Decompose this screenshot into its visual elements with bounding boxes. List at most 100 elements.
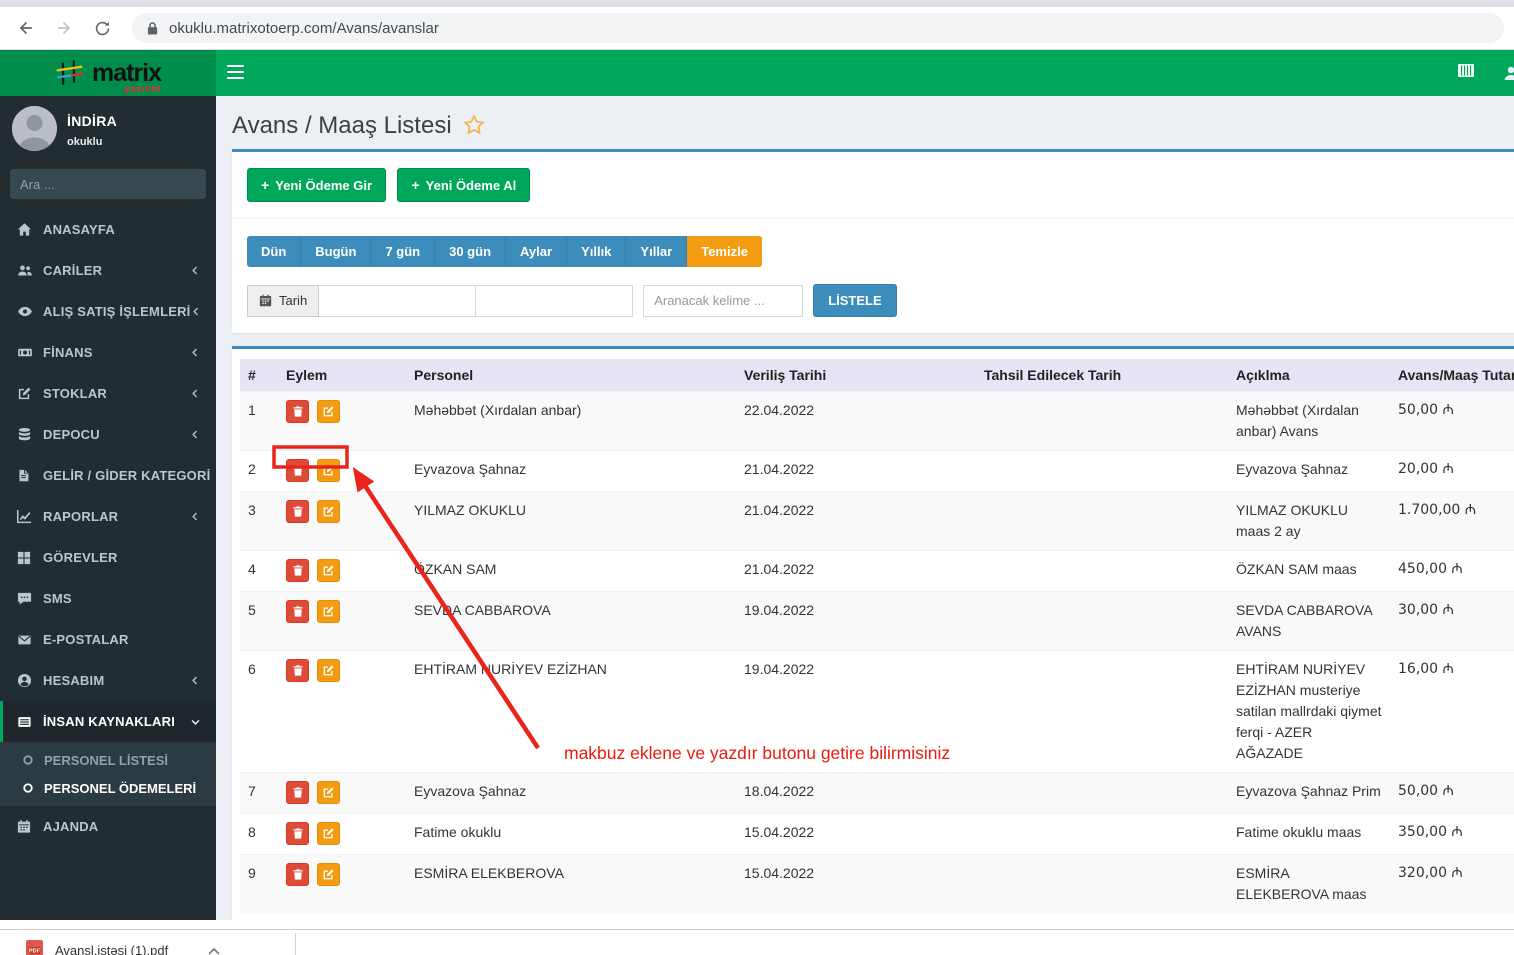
edit-button[interactable]	[316, 500, 340, 523]
delete-button[interactable]	[286, 781, 309, 804]
delete-button[interactable]	[286, 659, 309, 682]
personel-cell: ÖZKAN SAM	[406, 550, 736, 592]
filter-temizle[interactable]: Temizle	[687, 236, 762, 267]
sidebar-item-raporlar[interactable]: RAPORLAR	[0, 496, 216, 537]
table-row: 8 Fatime okuklu 15.04.2022 Fatime okuklu…	[240, 813, 1514, 855]
tahsil-tarihi-cell	[976, 854, 1228, 913]
aciklama-cell: Eyvazova Şahnaz Prim	[1228, 772, 1390, 814]
back-button[interactable]	[10, 12, 42, 44]
sidebar-item-gelir-gider-kategori[interactable]: GELİR / GİDER KATEGORİ	[0, 455, 216, 496]
delete-button[interactable]	[286, 400, 309, 423]
date-to-input[interactable]	[476, 284, 634, 317]
verilis-tarihi-cell: 21.04.2022	[736, 491, 976, 551]
sidebar-item-insan-kaynaklari[interactable]: İNSAN KAYNAKLARI	[0, 701, 216, 742]
aciklama-cell: Fatime okuklu maas	[1228, 813, 1390, 855]
edit-button[interactable]	[316, 459, 340, 482]
forward-button[interactable]	[48, 12, 80, 44]
trash-icon	[293, 606, 302, 617]
list-button[interactable]: LİSTELE	[813, 284, 897, 317]
sidebar-subitem-personel-listesi[interactable]: PERSONEL LİSTESİ	[0, 746, 216, 774]
url-text: okuklu.matrixotoerp.com/Avans/avanslar	[169, 19, 439, 37]
edit-button[interactable]	[316, 400, 340, 423]
pencil-square-icon	[323, 787, 334, 798]
pdf-file-icon: PDF	[26, 940, 43, 955]
sidebar-toggle-button[interactable]	[227, 65, 244, 79]
table-row: 5 SEVDA CABBAROVA 19.04.2022 SEVDA CABBA…	[240, 591, 1514, 651]
filter-group: Dün Bugün 7 gün 30 gün Aylar Yıllık Yıllar Temi…	[247, 236, 762, 267]
download-item[interactable]: PDF Avansl.istəsi (1).pdf	[26, 940, 220, 955]
sidebar: İNDİRA okuklu ANASAYFA CARİLER ALIŞ SATI…	[0, 96, 216, 920]
tahsil-tarihi-cell	[976, 772, 1228, 814]
delete-button[interactable]	[286, 600, 309, 623]
brand-logo[interactable]: matrix yazılım	[0, 50, 216, 96]
column-header-num: #	[240, 359, 278, 392]
personel-cell: Məhəbbət (Xırdalan anbar)	[406, 391, 736, 451]
browser-toolbar: okuklu.matrixotoerp.com/Avans/avanslar	[0, 7, 1514, 49]
delete-button[interactable]	[286, 822, 309, 845]
aciklama-cell: ÖZKAN SAM maas	[1228, 550, 1390, 592]
sidebar-item-ajanda[interactable]: AJANDA	[0, 806, 216, 847]
table-header-row: # Eylem Personel Veriliş Tarihi Tahsil Edile…	[240, 359, 1514, 392]
filter-dun[interactable]: Dün	[247, 236, 302, 267]
sidebar-item-depocu[interactable]: DEPOCU	[0, 414, 216, 455]
chevron-left-icon	[190, 347, 202, 359]
new-payment-out-button[interactable]: + Yeni Ödeme Gir	[247, 168, 387, 202]
circle-o-icon	[22, 754, 35, 767]
filter-bugun[interactable]: Bugün	[301, 236, 372, 267]
payments-table: # Eylem Personel Veriliş Tarihi Tahsil Edile…	[240, 359, 1514, 913]
tutar-cell: 50,00 ₼	[1390, 391, 1514, 451]
filter-aylar[interactable]: Aylar	[506, 236, 568, 267]
sidebar-item-gorevler[interactable]: GÖREVLER	[0, 537, 216, 578]
tahsil-tarihi-cell	[976, 391, 1228, 451]
sidebar-item-sms[interactable]: SMS	[0, 578, 216, 619]
column-header-aciklma: Açıklma	[1228, 359, 1390, 392]
new-payment-in-button[interactable]: + Yeni Ödeme Al	[397, 168, 531, 202]
reload-button[interactable]	[86, 12, 118, 44]
filter-yillik[interactable]: Yıllık	[567, 236, 627, 267]
edit-button[interactable]	[316, 781, 340, 804]
sidebar-item-finans[interactable]: FİNANS	[0, 332, 216, 373]
delete-button[interactable]	[286, 559, 309, 582]
sidebar-search-input[interactable]	[10, 169, 206, 199]
filter-30-gun[interactable]: 30 gün	[435, 236, 507, 267]
delete-button[interactable]	[286, 459, 309, 482]
user-menu-icon[interactable]	[1500, 50, 1514, 96]
sidebar-item-alis-satis-islemleri[interactable]: ALIŞ SATIŞ İŞLEMLERİ	[0, 291, 216, 332]
delete-button[interactable]	[286, 500, 309, 523]
table-row: 9 ESMİRA ELEKBEROVA 15.04.2022 ESMİRA EL…	[240, 854, 1514, 913]
sidebar-item-anasayfa[interactable]: ANASAYFA	[0, 209, 216, 250]
delete-button[interactable]	[286, 863, 309, 886]
sidebar-item-cariler[interactable]: CARİLER	[0, 250, 216, 291]
edit-button[interactable]	[316, 863, 340, 886]
tahsil-tarihi-cell	[976, 591, 1228, 651]
filter-yillar[interactable]: Yıllar	[626, 236, 688, 267]
filter-7-gun[interactable]: 7 gün	[371, 236, 436, 267]
row-number-cell: 3	[240, 491, 278, 551]
keyword-search-input[interactable]	[643, 284, 804, 317]
sidebar-item-hesabim[interactable]: HESABIM	[0, 660, 216, 701]
edit-button[interactable]	[316, 822, 340, 845]
file-icon	[17, 468, 33, 484]
edit-button[interactable]	[316, 600, 340, 623]
trash-icon	[293, 465, 302, 476]
sidebar-item-stoklar[interactable]: STOKLAR	[0, 373, 216, 414]
tab-strip	[0, 0, 1514, 7]
eye-icon	[17, 304, 33, 320]
edit-button[interactable]	[316, 659, 340, 682]
edit-button[interactable]	[316, 559, 340, 582]
chevron-up-icon[interactable]	[208, 942, 220, 955]
row-number-cell: 8	[240, 813, 278, 855]
verilis-tarihi-cell: 21.04.2022	[736, 450, 976, 492]
chevron-left-icon	[190, 511, 202, 523]
table-columns-icon[interactable]	[1458, 63, 1474, 83]
users-icon	[17, 263, 33, 279]
favorite-star-icon[interactable]	[462, 114, 485, 141]
sidebar-subitem-personel-odemeleri[interactable]: PERSONEL ÖDEMELERİ	[0, 774, 216, 802]
tahsil-tarihi-cell	[976, 650, 1228, 773]
sidebar-item-e-postalar[interactable]: E-POSTALAR	[0, 619, 216, 660]
address-bar[interactable]: okuklu.matrixotoerp.com/Avans/avanslar	[132, 13, 1504, 43]
calendar-icon	[259, 294, 272, 307]
sidebar-submenu: PERSONEL LİSTESİ PERSONEL ÖDEMELERİ	[0, 742, 216, 806]
tutar-cell: 50,00 ₼	[1390, 772, 1514, 814]
date-from-input[interactable]	[319, 284, 477, 317]
